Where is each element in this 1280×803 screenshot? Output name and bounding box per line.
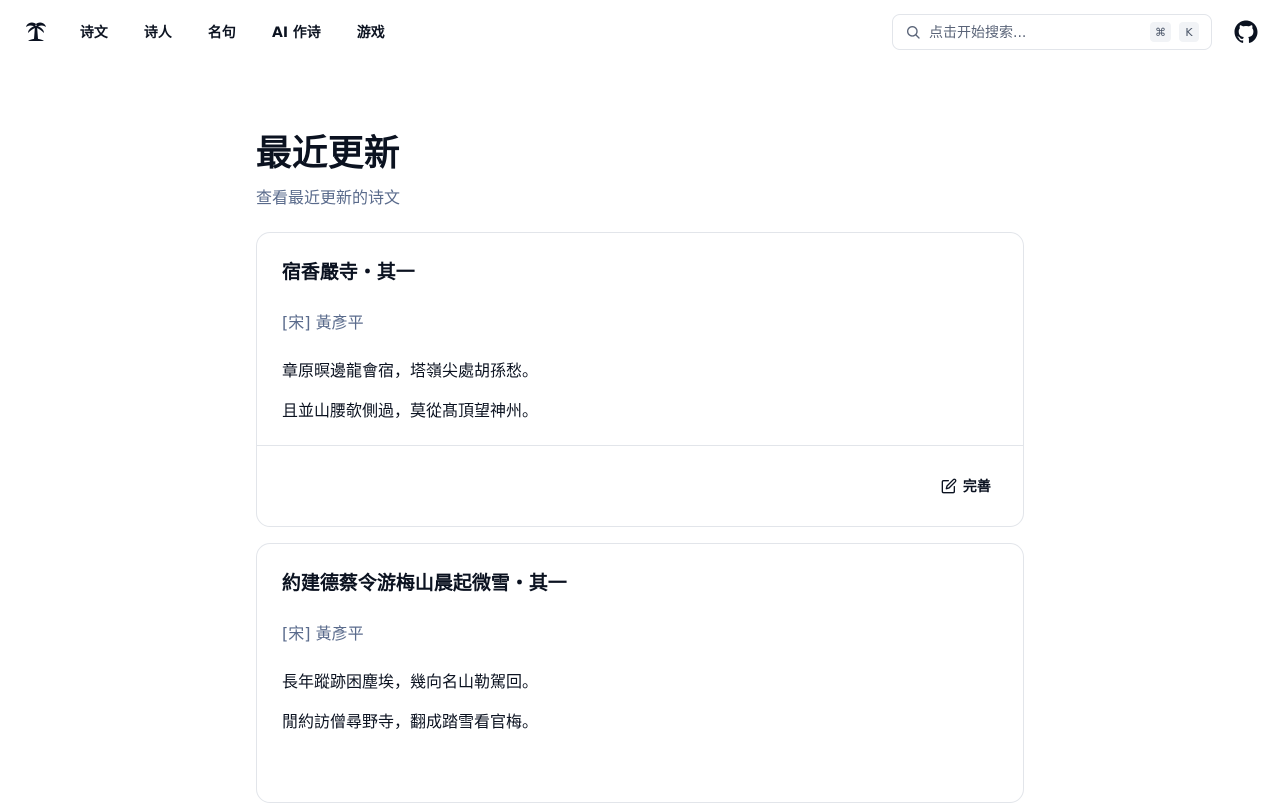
edit-icon bbox=[941, 478, 957, 494]
nav-link-quotes[interactable]: 名句 bbox=[208, 22, 236, 42]
poem-author[interactable]: [宋] 黃彥平 bbox=[282, 620, 364, 644]
github-icon[interactable] bbox=[1234, 20, 1258, 44]
nav-link-poems[interactable]: 诗文 bbox=[80, 22, 108, 42]
main-nav: 诗文 诗人 名句 AI 作诗 游戏 bbox=[80, 0, 421, 64]
search-icon bbox=[907, 26, 920, 39]
poem-line: 且並山腰欹側過，莫從髙頂望神州。 bbox=[282, 401, 539, 420]
search-box[interactable]: 点击开始搜索... ⌘ K bbox=[892, 14, 1212, 50]
poem-card: 宿香嚴寺・其一 [宋] 黃彥平 章原暝邊龍會宿，塔嶺尖處胡孫愁。 且並山腰欹側過… bbox=[256, 232, 1024, 527]
poem-line: 章原暝邊龍會宿，塔嶺尖處胡孫愁。 bbox=[282, 361, 539, 380]
shortcut-mod-key: ⌘ bbox=[1150, 22, 1171, 42]
poem-title[interactable]: 宿香嚴寺・其一 bbox=[282, 257, 415, 284]
poem-line: 閒約訪僧尋野寺，翻成踏雪看官梅。 bbox=[282, 712, 539, 731]
search-placeholder: 点击开始搜索... bbox=[929, 25, 1027, 41]
nav-link-ai-poetry[interactable]: AI 作诗 bbox=[272, 22, 321, 42]
top-nav: 诗文 诗人 名句 AI 作诗 游戏 点击开始搜索... ⌘ K bbox=[0, 0, 1280, 64]
improve-label: 完善 bbox=[963, 479, 991, 495]
shortcut-k-key: K bbox=[1179, 22, 1199, 42]
poem-author[interactable]: [宋] 黃彥平 bbox=[282, 309, 364, 333]
poem-title[interactable]: 約建德蔡令游梅山晨起微雪・其一 bbox=[282, 568, 567, 595]
improve-button[interactable]: 完善 bbox=[941, 475, 991, 497]
page-title: 最近更新 bbox=[256, 133, 401, 174]
palm-tree-icon[interactable] bbox=[24, 20, 48, 44]
page-subtitle: 查看最近更新的诗文 bbox=[256, 188, 401, 207]
nav-link-games[interactable]: 游戏 bbox=[357, 22, 385, 42]
card-divider bbox=[257, 445, 1023, 446]
poem-line: 長年蹤跡困塵埃，幾向名山勒駕回。 bbox=[282, 672, 539, 691]
poem-card: 約建德蔡令游梅山晨起微雪・其一 [宋] 黃彥平 長年蹤跡困塵埃，幾向名山勒駕回。… bbox=[256, 543, 1024, 803]
nav-link-poets[interactable]: 诗人 bbox=[144, 22, 172, 42]
